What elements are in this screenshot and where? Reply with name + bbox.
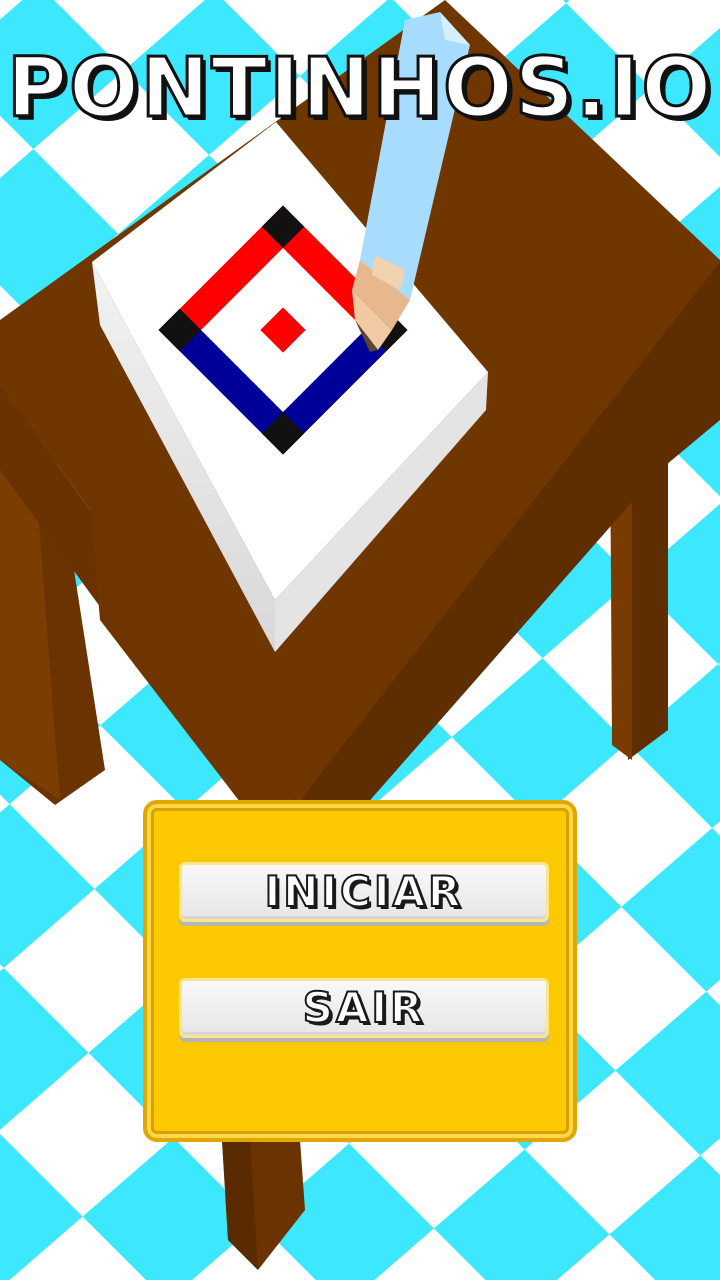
exit-button[interactable]: SAIR [179,978,549,1038]
game-title: PONTINHOS.IO [5,41,714,136]
game-screen: PONTINHOS.IO INICIAR SAIR [0,0,720,1280]
start-button-label: INICIAR [264,867,464,916]
main-menu-panel: INICIAR SAIR [143,800,577,1142]
start-button[interactable]: INICIAR [179,862,549,922]
exit-button-label: SAIR [302,983,426,1032]
